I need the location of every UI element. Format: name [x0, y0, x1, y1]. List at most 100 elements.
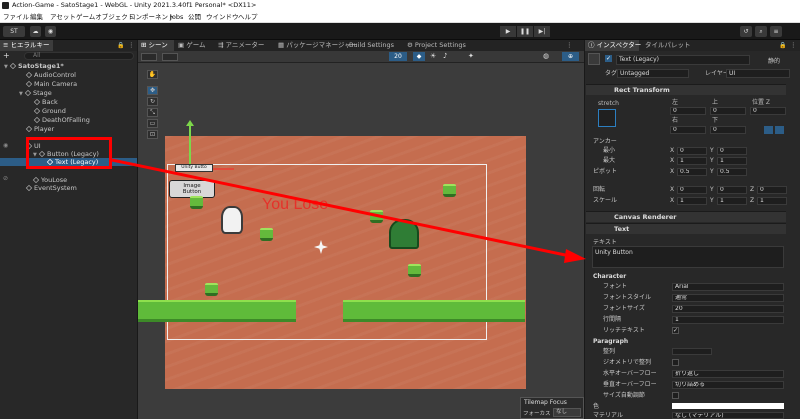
menu-assets[interactable]: アセット — [50, 11, 76, 23]
hierarchy-item[interactable]: YouLose — [32, 176, 67, 184]
kebab-menu-icon[interactable]: ⋮ — [128, 40, 135, 51]
color-swatch[interactable] — [672, 403, 784, 409]
lock-icon[interactable]: 🔒 — [779, 40, 786, 51]
lock-icon[interactable]: 🔒 — [117, 40, 124, 51]
left-field[interactable]: 0 — [670, 107, 706, 115]
max-y-field[interactable]: 1 — [717, 157, 747, 165]
hand-tool-icon[interactable]: ✋ — [147, 70, 158, 79]
add-button[interactable]: + — [3, 51, 10, 61]
gizmos-icon[interactable]: ◍ — [543, 52, 553, 61]
tab-game[interactable]: ▣ ゲーム — [175, 40, 209, 51]
kebab-menu-icon[interactable]: ⋮ — [790, 40, 797, 51]
draw-mode-icon[interactable] — [141, 53, 157, 61]
rot-z-field[interactable]: 0 — [757, 186, 787, 194]
hierarchy-item[interactable]: Back — [33, 98, 58, 106]
menu-publish[interactable]: 公開 — [188, 11, 201, 23]
layer-count-badge[interactable]: 20 — [389, 52, 407, 61]
grid-toggle-icon[interactable] — [162, 53, 178, 61]
min-x-field[interactable]: 0 — [677, 147, 707, 155]
hierarchy-item[interactable]: DeathOfFalling — [33, 116, 90, 124]
text-value-field[interactable]: Unity Button — [592, 246, 784, 268]
scale-z-field[interactable]: 1 — [757, 197, 787, 205]
canvas-renderer-header[interactable]: Canvas Renderer — [586, 211, 786, 222]
layer-dropdown[interactable]: UI — [726, 69, 790, 78]
audio-icon[interactable]: ♪ — [443, 52, 453, 61]
object-name-field[interactable]: Text (Legacy) — [616, 55, 750, 65]
menu-edit[interactable]: 編集 — [30, 11, 43, 23]
pivot-x-field[interactable]: 0.5 — [677, 168, 707, 176]
account-button[interactable]: ST — [3, 26, 25, 37]
kebab-menu-icon[interactable]: ⋮ — [566, 40, 573, 51]
menu-jobs[interactable]: Jobs — [170, 11, 183, 23]
rich-text-checkbox[interactable]: ✓ — [672, 327, 679, 334]
hierarchy-item[interactable]: AudioControl — [25, 71, 76, 79]
alignment-buttons[interactable] — [672, 348, 712, 355]
search-icon[interactable]: ⌕ — [755, 26, 767, 37]
font-size-field[interactable]: 20 — [672, 305, 784, 313]
font-field[interactable]: Arial — [672, 283, 784, 291]
hierarchy-item[interactable]: Ground — [33, 107, 66, 115]
menu-window[interactable]: ウインドウ — [206, 11, 239, 23]
hierarchy-item[interactable]: ▼ Stage — [19, 89, 52, 97]
tab-scene[interactable]: ⊞ シーン — [138, 40, 174, 51]
step-button[interactable]: ▶| — [534, 26, 550, 37]
raw-edit-icon[interactable] — [775, 126, 784, 134]
hierarchy-item[interactable]: Main Camera — [25, 80, 77, 88]
menu-help[interactable]: ヘルプ — [238, 11, 258, 23]
right-field[interactable]: 0 — [670, 126, 706, 134]
text-component-header[interactable]: Text — [586, 223, 786, 234]
scale-tool-icon[interactable]: ⤡ — [147, 108, 158, 117]
tab-project-settings[interactable]: ⚙ Project Settings — [404, 40, 469, 51]
tab-inspector[interactable]: ⓘ インスペクター — [585, 40, 641, 51]
menu-gameobject[interactable]: ゲームオブジェクト — [76, 11, 134, 23]
hierarchy-scene-root[interactable]: ▼ SatoStage1* — [4, 62, 64, 70]
unity-button-preview[interactable]: Unity Butto — [175, 164, 213, 172]
hierarchy-search-input[interactable]: All — [24, 52, 134, 60]
scale-x-field[interactable]: 1 — [677, 197, 707, 205]
anchor-presets-icon[interactable] — [598, 109, 616, 127]
tab-animator[interactable]: ⇶ アニメーター — [215, 40, 267, 51]
align-geometry-checkbox[interactable] — [672, 359, 679, 366]
focus-dropdown[interactable]: なし — [553, 408, 581, 417]
material-field[interactable]: なし (マテリアル) — [672, 412, 784, 419]
pause-button[interactable]: ❚❚ — [517, 26, 533, 37]
menu-component[interactable]: コンポーネント — [129, 11, 175, 23]
hierarchy-item[interactable]: EventSystem — [25, 184, 77, 192]
menu-file[interactable]: ファイル — [3, 11, 29, 23]
blueprint-mode-icon[interactable] — [764, 126, 773, 134]
hierarchy-item[interactable]: Player — [25, 125, 54, 133]
rect-transform-header[interactable]: Rect Transform — [586, 84, 786, 95]
max-x-field[interactable]: 1 — [677, 157, 707, 165]
best-fit-checkbox[interactable] — [672, 392, 679, 399]
tab-build-settings[interactable]: Build Settings — [346, 40, 397, 51]
horizontal-overflow-dropdown[interactable]: 折り返し — [672, 370, 784, 378]
line-spacing-field[interactable]: 1 — [672, 316, 784, 324]
2d-toggle-icon[interactable]: ◆ — [413, 52, 425, 61]
transform-tool-icon[interactable]: ⊡ — [147, 130, 158, 139]
lighting-icon[interactable]: ☀ — [430, 52, 440, 61]
layers-icon[interactable]: ≡ — [770, 26, 782, 37]
tag-dropdown[interactable]: Untagged — [617, 69, 689, 78]
play-button[interactable]: ▶ — [500, 26, 516, 37]
history-icon[interactable]: ↺ — [740, 26, 752, 37]
pivot-y-field[interactable]: 0.5 — [717, 168, 747, 176]
active-checkbox[interactable]: ✓ — [605, 55, 612, 62]
move-tool-icon[interactable]: ✥ — [147, 86, 158, 95]
cloud-icon[interactable]: ☁ — [30, 26, 41, 37]
posz-field[interactable]: 0 — [750, 107, 786, 115]
vertical-overflow-dropdown[interactable]: 切り詰める — [672, 381, 784, 389]
visibility-hidden-icon[interactable]: ⊘ — [3, 175, 8, 182]
tab-tile-palette[interactable]: タイルパレット — [642, 40, 694, 51]
visibility-eye-icon[interactable]: ◉ — [3, 142, 8, 149]
effects-icon[interactable]: ✦ — [468, 52, 478, 61]
scale-y-field[interactable]: 1 — [717, 197, 747, 205]
collab-icon[interactable]: ◉ — [45, 26, 56, 37]
tab-hierarchy[interactable]: ≡ ヒエラルキー — [0, 40, 53, 51]
bottom-field[interactable]: 0 — [710, 126, 746, 134]
rotate-tool-icon[interactable]: ↻ — [147, 97, 158, 106]
rect-tool-icon[interactable]: ▭ — [147, 119, 158, 128]
scene-camera-icon[interactable]: ⊕ — [562, 52, 579, 61]
rot-x-field[interactable]: 0 — [677, 186, 707, 194]
font-style-dropdown[interactable]: 通常 — [672, 294, 784, 302]
min-y-field[interactable]: 0 — [717, 147, 747, 155]
